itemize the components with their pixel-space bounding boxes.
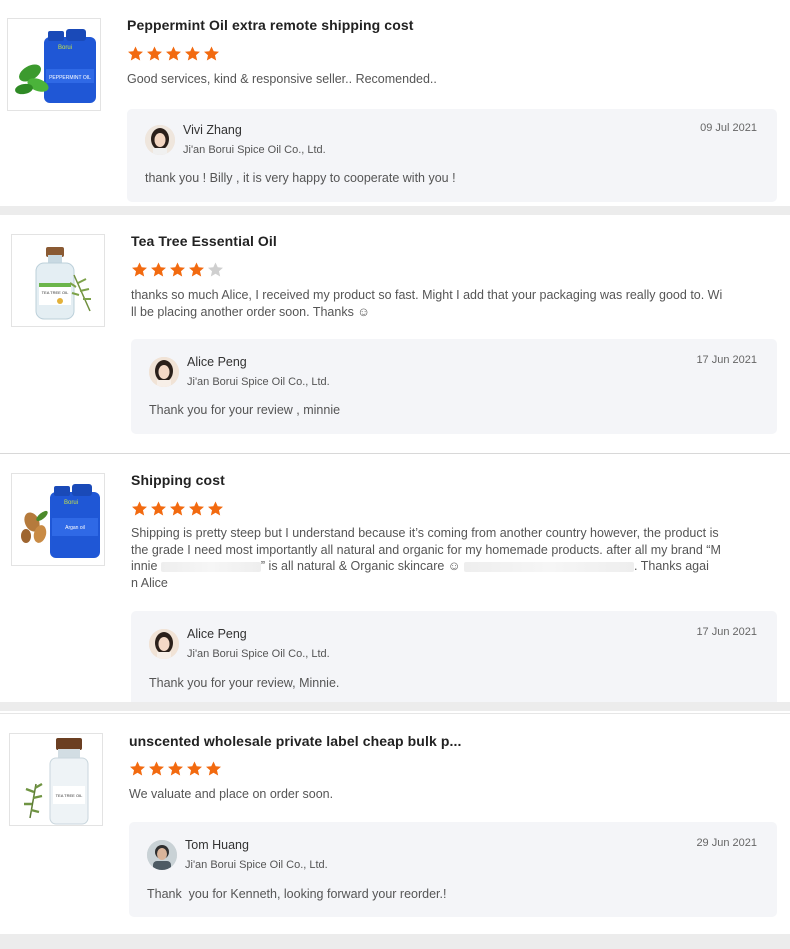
review-card-1: PEPPERMINT OIL Borui Peppermint Oil extr… [0,0,790,206]
star-filled-icon [151,262,166,277]
star-filled-icon [168,761,183,776]
review-comment: We valuate and place on order soon. [129,787,334,801]
avatar [147,840,177,870]
star-filled-icon [128,46,143,61]
svg-text:Borui: Borui [64,500,78,506]
thumb-label: TEA TREE OIL [56,793,84,798]
replier-company: Ji'an Borui Spice Oil Co., Ltd. [183,144,326,156]
product-thumbnail[interactable]: PEPPERMINT OIL Borui [7,18,101,111]
star-filled-icon [166,46,181,61]
review-comment-fragment: innie [131,559,158,573]
review-card-2: TEA TREE OIL Tea Tree Essential Oil than… [0,215,790,453]
reply-date: 09 Jul 2021 [700,122,757,134]
review-comment-line: n Alice [131,575,168,590]
reply-text: thank you ! Billy , it is very happy to … [145,171,456,185]
product-thumbnail[interactable]: Argan oil Borui [11,473,105,566]
review-separator [0,702,790,711]
star-rating [127,45,220,63]
product-title[interactable]: Peppermint Oil extra remote shipping cos… [127,17,414,33]
seller-reply: Vivi Zhang Ji'an Borui Spice Oil Co., Lt… [127,109,777,202]
star-rating [131,500,224,518]
replier-company: Ji'an Borui Spice Oil Co., Ltd. [187,648,330,660]
star-filled-icon [208,501,223,516]
svg-text:Borui: Borui [58,45,72,51]
reply-date: 29 Jun 2021 [696,837,757,849]
star-filled-icon [132,262,147,277]
star-filled-icon [185,46,200,61]
star-rating [129,760,222,778]
review-separator [0,934,790,949]
review-separator [0,206,790,215]
avatar [149,629,179,659]
argan-oil-jug-icon: Argan oil Borui [21,484,100,558]
star-filled-icon [189,501,204,516]
star-empty-icon [208,262,223,277]
review-comment-line: Shipping is pretty steep but I understan… [131,526,719,540]
redacted-text [464,561,635,572]
reply-date: 17 Jun 2021 [696,354,757,366]
seller-reply: Alice Peng Ji'an Borui Spice Oil Co., Lt… [131,611,777,702]
review-comment: Good services, kind & responsive seller.… [127,72,437,86]
review-comment-line: innie ” is all natural & Organic skincar… [131,558,751,575]
star-filled-icon [187,761,202,776]
replier-company: Ji'an Borui Spice Oil Co., Ltd. [187,376,330,388]
replier-name: Vivi Zhang [183,123,242,137]
review-comment-fragment: . Thanks agai [634,559,709,573]
product-title[interactable]: unscented wholesale private label cheap … [129,733,461,749]
seller-reply: Alice Peng Ji'an Borui Spice Oil Co., Lt… [131,339,777,434]
star-filled-icon [189,262,204,277]
thumb-label: PEPPERMINT OIL [49,75,91,81]
tea-tree-oil-bottle-icon: TEA TREE OIL [24,738,89,825]
reply-date: 17 Jun 2021 [696,626,757,638]
product-thumbnail[interactable]: TEA TREE OIL [9,733,103,826]
review-comment-fragment: ” is all natural & Organic skincare ☺ [260,559,461,573]
thumb-label: TEA TREE OIL [42,290,70,295]
star-filled-icon [206,761,221,776]
reply-text: Thank you for Kenneth, looking forward y… [147,887,447,901]
review-card-3: Argan oil Borui Shipping cost Shipping i… [0,454,790,702]
review-comment: thanks so much Alice, I received my prod… [131,287,751,320]
seller-reply: Tom Huang Ji'an Borui Spice Oil Co., Ltd… [129,822,777,917]
replier-name: Alice Peng [187,627,247,641]
replier-name: Alice Peng [187,355,247,369]
star-filled-icon [149,761,164,776]
avatar [145,125,175,155]
reply-text: Thank you for your review , minnie [149,403,341,417]
star-filled-icon [151,501,166,516]
replier-name: Tom Huang [185,838,249,852]
review-comment-line: the grade I need most importantly all na… [131,542,721,557]
product-thumbnail[interactable]: TEA TREE OIL [11,234,105,327]
review-comment-line: ll be placing another order soon. Thanks… [131,304,371,319]
product-title[interactable]: Shipping cost [131,472,225,488]
tea-tree-oil-bottle-icon: TEA TREE OIL [35,247,91,320]
thumb-label: Argan oil [65,525,85,531]
review-card-4: TEA TREE OIL unscented wholesale private… [0,714,790,934]
star-rating [131,261,224,279]
reply-text: Thank you for your review, Minnie. [149,676,340,690]
star-filled-icon [204,46,219,61]
avatar [149,357,179,387]
review-comment-line: thanks so much Alice, I received my prod… [131,288,723,302]
star-filled-icon [170,501,185,516]
review-comment: Shipping is pretty steep but I understan… [131,525,751,591]
star-filled-icon [170,262,185,277]
star-filled-icon [147,46,162,61]
product-title[interactable]: Tea Tree Essential Oil [131,233,277,249]
redacted-text [160,561,261,572]
replier-company: Ji'an Borui Spice Oil Co., Ltd. [185,859,328,871]
star-filled-icon [132,501,147,516]
peppermint-oil-jug-icon: PEPPERMINT OIL Borui [15,29,96,103]
star-filled-icon [130,761,145,776]
